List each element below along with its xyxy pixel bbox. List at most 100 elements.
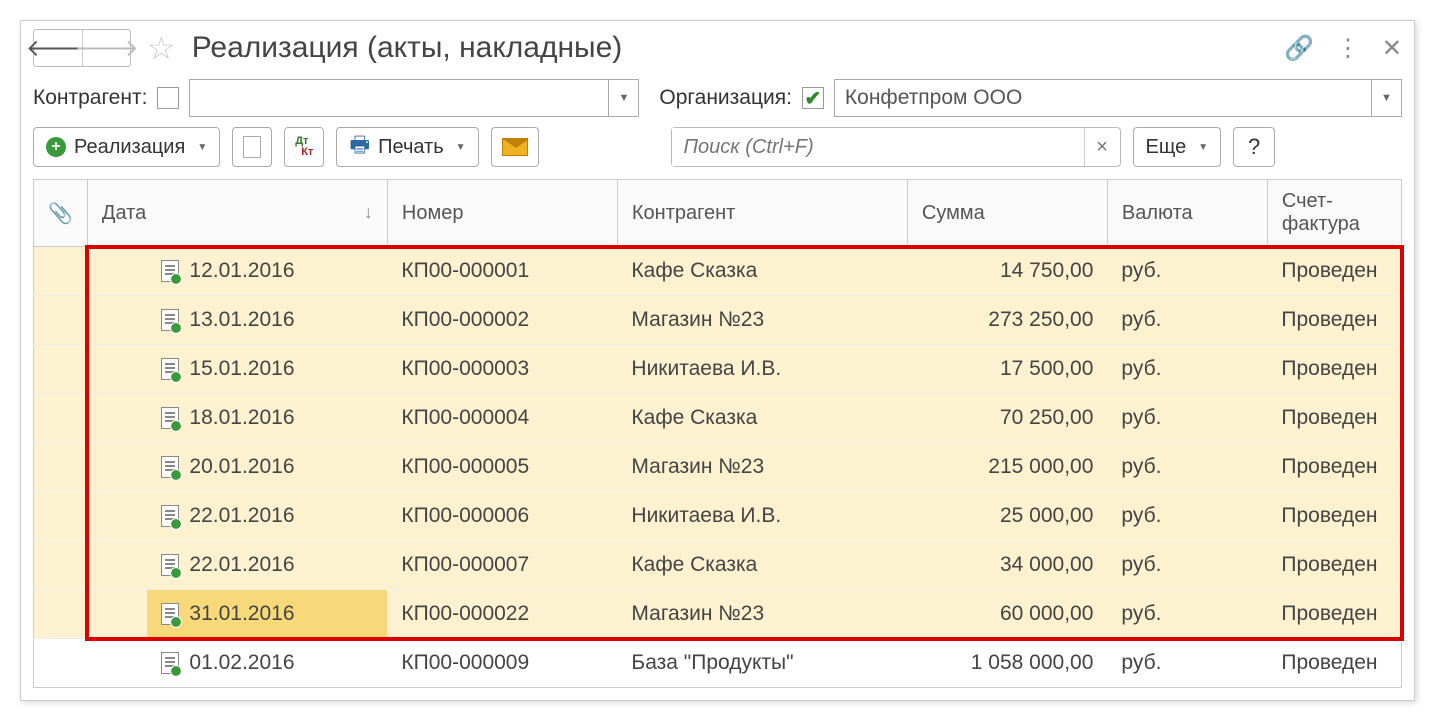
- row-marker2: [87, 247, 147, 296]
- row-marker: [34, 590, 88, 639]
- search-box[interactable]: ×: [671, 127, 1121, 167]
- col-number[interactable]: Номер: [387, 180, 617, 247]
- table-header-row: 📎 Дата ↓ Номер Контрагент Сумма Валюта С…: [34, 180, 1402, 247]
- col-counterparty[interactable]: Контрагент: [617, 180, 907, 247]
- row-marker: [34, 443, 88, 492]
- row-marker2: [87, 443, 147, 492]
- sort-asc-icon: ↓: [364, 202, 373, 223]
- document-posted-icon: [161, 260, 179, 282]
- more-label: Еще: [1146, 136, 1187, 159]
- paperclip-icon: 📎: [48, 203, 73, 225]
- org-checkbox[interactable]: ✔: [802, 87, 824, 109]
- create-button[interactable]: + Реализация ▼: [33, 127, 220, 167]
- help-label: ?: [1248, 134, 1260, 160]
- cell-sum: 14 750,00: [907, 247, 1107, 296]
- page-title: Реализация (акты, накладные): [192, 31, 623, 65]
- counterparty-combo[interactable]: ▼: [189, 79, 639, 117]
- grid-wrap: 📎 Дата ↓ Номер Контрагент Сумма Валюта С…: [21, 179, 1414, 700]
- table-row[interactable]: 12.01.2016КП00-000001Кафе Сказка14 750,0…: [34, 247, 1402, 296]
- cell-invoice: Проведен: [1267, 296, 1401, 345]
- print-button[interactable]: 🖶 Печать ▼: [336, 127, 478, 167]
- basedon-button[interactable]: [232, 127, 272, 167]
- chevron-down-icon[interactable]: ▼: [608, 80, 638, 116]
- documents-table: 📎 Дата ↓ Номер Контрагент Сумма Валюта С…: [33, 179, 1402, 688]
- col-date-label: Дата: [102, 202, 146, 224]
- table-row[interactable]: 13.01.2016КП00-000002Магазин №23273 250,…: [34, 296, 1402, 345]
- cell-number: КП00-000007: [387, 541, 617, 590]
- cell-currency: руб.: [1107, 492, 1267, 541]
- row-marker: [34, 492, 88, 541]
- chevron-down-icon: ▼: [1198, 142, 1208, 153]
- table-row[interactable]: 22.01.2016КП00-000006Никитаева И.В.25 00…: [34, 492, 1402, 541]
- cell-number: КП00-000006: [387, 492, 617, 541]
- more-button[interactable]: Еще ▼: [1133, 127, 1222, 167]
- counterparty-checkbox[interactable]: [157, 87, 179, 109]
- cell-currency: руб.: [1107, 247, 1267, 296]
- row-marker2: [87, 296, 147, 345]
- search-input[interactable]: [672, 128, 1084, 166]
- col-attachment[interactable]: 📎: [34, 180, 88, 247]
- help-button[interactable]: ?: [1233, 127, 1275, 167]
- cell-counterparty: Магазин №23: [617, 296, 907, 345]
- row-marker2: [87, 394, 147, 443]
- cell-currency: руб.: [1107, 590, 1267, 639]
- cell-currency: руб.: [1107, 345, 1267, 394]
- row-marker: [34, 296, 88, 345]
- org-value: Конфетпром ООО: [835, 86, 1371, 110]
- cell-counterparty: Магазин №23: [617, 590, 907, 639]
- table-row[interactable]: 15.01.2016КП00-000003Никитаева И.В.17 50…: [34, 345, 1402, 394]
- chevron-down-icon[interactable]: ▼: [1371, 80, 1401, 116]
- cell-sum: 273 250,00: [907, 296, 1107, 345]
- document-posted-icon: [161, 554, 179, 576]
- cell-sum: 17 500,00: [907, 345, 1107, 394]
- row-marker2: [87, 639, 147, 688]
- mail-icon: [502, 138, 528, 156]
- menu-dots-icon[interactable]: ⋮: [1336, 34, 1360, 63]
- plus-icon: +: [46, 137, 66, 157]
- row-marker: [34, 639, 88, 688]
- dtkt-button[interactable]: ДтКт: [284, 127, 324, 167]
- table-row[interactable]: 22.01.2016КП00-000007Кафе Сказка34 000,0…: [34, 541, 1402, 590]
- table-row[interactable]: 20.01.2016КП00-000005Магазин №23215 000,…: [34, 443, 1402, 492]
- cell-sum: 34 000,00: [907, 541, 1107, 590]
- table-row[interactable]: 31.01.2016КП00-000022Магазин №2360 000,0…: [34, 590, 1402, 639]
- cell-number: КП00-000009: [387, 639, 617, 688]
- mail-button[interactable]: [491, 127, 539, 167]
- row-marker2: [87, 541, 147, 590]
- col-sum[interactable]: Сумма: [907, 180, 1107, 247]
- cell-date: 13.01.2016: [147, 296, 387, 345]
- nav-buttons: 🡐 🡒: [33, 29, 131, 67]
- col-invoice[interactable]: Счет-фактура: [1267, 180, 1401, 247]
- row-marker2: [87, 590, 147, 639]
- cell-sum: 215 000,00: [907, 443, 1107, 492]
- close-icon[interactable]: ✕: [1382, 34, 1402, 63]
- table-row[interactable]: 18.01.2016КП00-000004Кафе Сказка70 250,0…: [34, 394, 1402, 443]
- cell-counterparty: База "Продукты": [617, 639, 907, 688]
- table-row[interactable]: 01.02.2016КП00-000009База "Продукты"1 05…: [34, 639, 1402, 688]
- favorite-star-icon[interactable]: ☆: [147, 29, 176, 67]
- forward-button[interactable]: 🡒: [82, 30, 130, 66]
- document-posted-icon: [161, 603, 179, 625]
- link-icon[interactable]: 🔗: [1284, 34, 1314, 63]
- cell-number: КП00-000003: [387, 345, 617, 394]
- cell-date: 22.01.2016: [147, 541, 387, 590]
- cell-invoice: Проведен: [1267, 345, 1401, 394]
- dtkt-icon: ДтКт: [295, 136, 313, 158]
- cell-date: 20.01.2016: [147, 443, 387, 492]
- document-posted-icon: [161, 652, 179, 674]
- col-date[interactable]: Дата ↓: [87, 180, 387, 247]
- print-label: Печать: [378, 136, 444, 159]
- counterparty-label: Контрагент:: [33, 86, 147, 110]
- org-label: Организация:: [659, 86, 792, 110]
- cell-counterparty: Никитаева И.В.: [617, 345, 907, 394]
- cell-invoice: Проведен: [1267, 247, 1401, 296]
- cell-invoice: Проведен: [1267, 639, 1401, 688]
- document-posted-icon: [161, 505, 179, 527]
- clear-search-icon[interactable]: ×: [1084, 128, 1120, 166]
- cell-number: КП00-000004: [387, 394, 617, 443]
- org-combo[interactable]: Конфетпром ООО ▼: [834, 79, 1402, 117]
- col-currency[interactable]: Валюта: [1107, 180, 1267, 247]
- cell-sum: 70 250,00: [907, 394, 1107, 443]
- chevron-down-icon: ▼: [197, 142, 207, 153]
- cell-date: 15.01.2016: [147, 345, 387, 394]
